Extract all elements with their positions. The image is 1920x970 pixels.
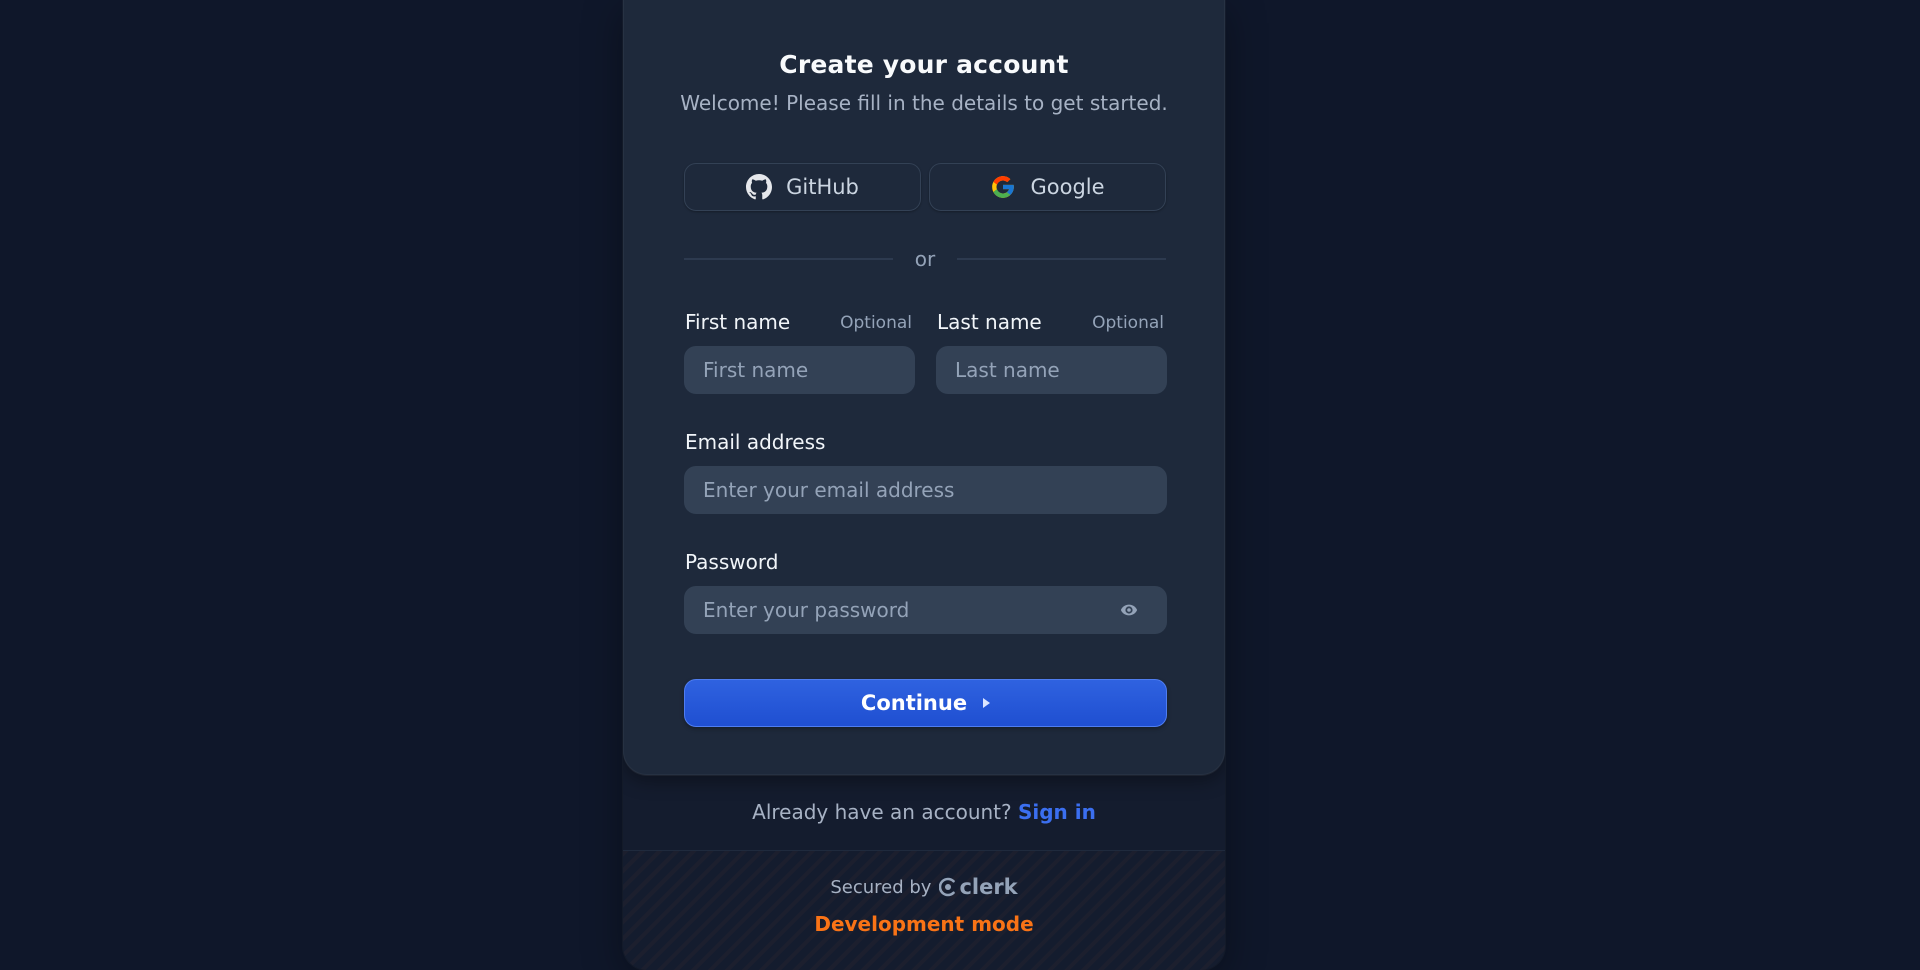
secured-by-text: Secured by — [830, 876, 932, 898]
page-title: Create your account — [779, 50, 1069, 79]
google-button[interactable]: Google — [929, 163, 1166, 211]
github-button[interactable]: GitHub — [684, 163, 921, 211]
email-input[interactable] — [684, 466, 1167, 514]
development-mode-badge: Development mode — [814, 912, 1034, 936]
clerk-logo[interactable]: clerk — [939, 875, 1018, 899]
or-divider: or — [684, 247, 1166, 271]
email-label: Email address — [685, 430, 826, 454]
clerk-logo-text: clerk — [959, 875, 1018, 899]
last-name-optional: Optional — [1092, 313, 1164, 333]
github-icon — [746, 174, 773, 200]
dev-mode-stripes — [623, 851, 1225, 970]
first-name-label: First name — [685, 310, 791, 334]
password-input[interactable] — [684, 586, 1167, 634]
clerk-logo-icon — [939, 877, 956, 897]
caret-right-icon — [983, 698, 991, 708]
continue-button-label: Continue — [860, 691, 968, 715]
first-name-optional: Optional — [840, 313, 912, 333]
show-password-eye-icon[interactable] — [1119, 600, 1139, 620]
signin-link[interactable]: Sign in — [1018, 800, 1096, 824]
github-button-label: GitHub — [786, 175, 859, 199]
google-icon — [990, 174, 1016, 200]
google-button-label: Google — [1030, 175, 1105, 199]
password-label: Password — [685, 550, 779, 574]
last-name-label: Last name — [937, 310, 1042, 334]
secured-by: Secured by clerk — [623, 875, 1225, 899]
first-name-input[interactable] — [684, 346, 915, 394]
divider-text: or — [914, 247, 936, 271]
signup-card: Create your account Welcome! Please fill… — [623, 0, 1225, 775]
divider-line-right — [957, 258, 1166, 260]
divider-line-left — [684, 258, 893, 260]
signin-prompt-text: Already have an account? — [752, 800, 1012, 824]
signup-panel: Create your account Welcome! Please fill… — [623, 0, 1225, 970]
signin-prompt: Already have an account? Sign in — [623, 800, 1225, 824]
page-subtitle: Welcome! Please fill in the details to g… — [680, 91, 1168, 115]
continue-button[interactable]: Continue — [684, 679, 1167, 727]
last-name-input[interactable] — [936, 346, 1167, 394]
